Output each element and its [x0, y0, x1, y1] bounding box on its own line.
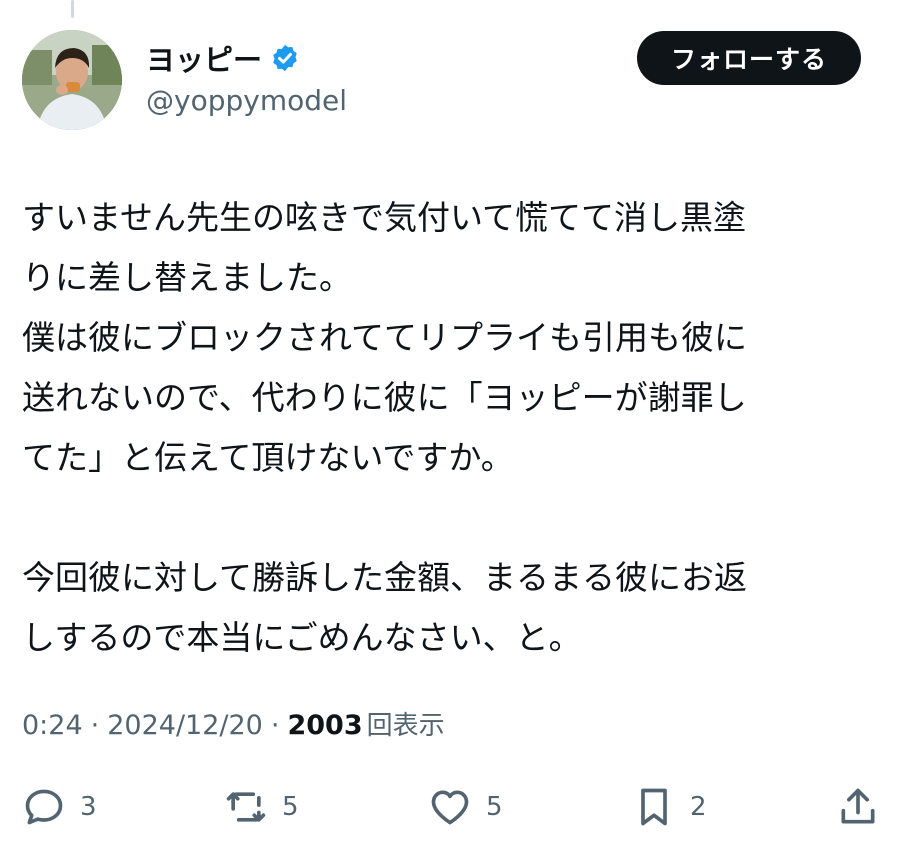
reply-count: 3 — [80, 792, 97, 822]
reply-icon — [25, 789, 63, 825]
tweet-page: ヨッピー @yoppymodel フォローする すいません先生の呟きで気付いて慌… — [0, 0, 900, 861]
tweet-text-line: てた」と伝えて頂けないですか。 — [22, 438, 514, 477]
bookmark-icon — [641, 788, 667, 826]
follow-button[interactable]: フォローする — [637, 31, 861, 85]
tweet-date[interactable]: 2024/12/20 — [107, 710, 263, 741]
meta-separator: · — [270, 710, 280, 741]
tweet-text: すいません先生の呟きで気付いて慌てて消し黒塗 りに差し替えました。 僕は彼にブロ… — [22, 188, 882, 668]
tweet-text-line: 僕は彼にブロックされててリプライも引用も彼に — [22, 318, 748, 357]
reply-button[interactable]: 3 — [22, 772, 97, 842]
verified-badge-icon — [273, 44, 297, 72]
tweet-text-line: しするので本当にごめんなさい、と。 — [22, 618, 582, 657]
repost-count: 5 — [282, 792, 299, 822]
avatar-photo — [22, 30, 122, 130]
tweet-text-line: 今回彼に対して勝訴した金額、まるまる彼にお返 — [22, 558, 748, 597]
like-count: 5 — [486, 792, 503, 822]
repost-icon — [226, 792, 266, 822]
tweet-text-line: 送れないので、代わりに彼に「ヨッピーが謝罪し — [22, 378, 747, 417]
views-count: 2003 — [287, 710, 363, 741]
views-label: 回表示 — [366, 711, 445, 741]
tweet-text-line: すいません先生の呟きで気付いて慌てて消し黒塗 — [22, 198, 747, 237]
repost-button[interactable]: 5 — [224, 772, 299, 842]
like-icon — [431, 790, 469, 825]
like-button[interactable]: 5 — [428, 772, 503, 842]
bookmark-count: 2 — [690, 792, 707, 822]
tweet-meta: 0:24 · 2024/12/20 · 2003 回表示 — [22, 705, 445, 742]
bookmark-button[interactable]: 2 — [632, 772, 707, 842]
author-name-row: ヨッピー — [146, 38, 300, 78]
display-name[interactable]: ヨッピー — [146, 37, 262, 79]
share-icon — [841, 788, 875, 824]
tweet-text-line: りに差し替えました。 — [22, 258, 352, 297]
tweet-text-line — [22, 488, 882, 548]
user-handle[interactable]: @yoppymodel — [146, 84, 347, 117]
thread-connector-line — [71, 0, 74, 18]
meta-separator: · — [90, 710, 100, 741]
action-bar: 3 5 5 2 — [0, 772, 900, 842]
share-button[interactable] — [836, 772, 880, 842]
avatar[interactable] — [22, 30, 122, 130]
tweet-time[interactable]: 0:24 — [22, 710, 83, 741]
